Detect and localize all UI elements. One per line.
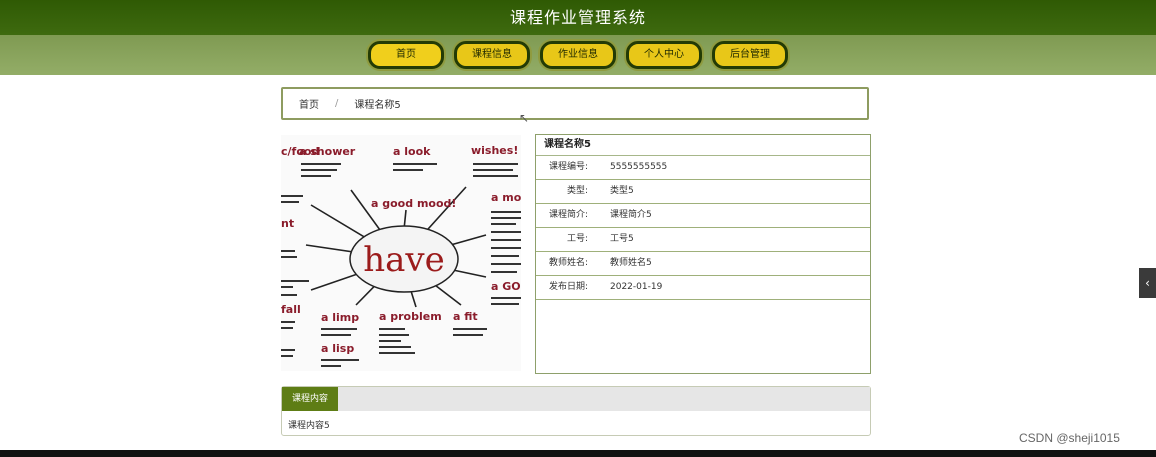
image-center-word: have	[363, 240, 445, 280]
svg-text:a lisp: a lisp	[321, 342, 354, 355]
course-content-tabs: 课程内容 课程内容5	[281, 386, 871, 436]
svg-text:fall: fall	[281, 303, 301, 316]
detail-label: 类型:	[566, 186, 588, 196]
tab-course-content[interactable]: 课程内容	[282, 387, 339, 411]
tab-strip: 课程内容	[282, 387, 870, 411]
main-nav: 首页 课程信息 作业信息 个人中心 后台管理	[0, 35, 1156, 75]
svg-text:a GO!: a GO!	[491, 280, 521, 293]
detail-value: 教师姓名5	[610, 258, 652, 268]
svg-text:a look: a look	[393, 145, 431, 158]
breadcrumb-home-link[interactable]: 首页	[299, 96, 319, 111]
breadcrumb: 首页 / 课程名称5	[281, 87, 869, 120]
app-header: 课程作业管理系统	[0, 0, 1156, 35]
nav-home-button[interactable]: 首页	[368, 41, 444, 69]
detail-row-course-code: 课程编号: 5555555555	[536, 156, 870, 180]
nav-homework-info-button[interactable]: 作业信息	[540, 41, 616, 69]
chevron-left-icon: ‹	[1145, 276, 1150, 290]
app-title: 课程作业管理系统	[509, 8, 646, 27]
breadcrumb-current: 课程名称5	[354, 100, 401, 111]
course-image: have a shower a look wishes! a good mood…	[281, 135, 521, 371]
watermark-text: CSDN @sheji1015	[1019, 431, 1120, 445]
svg-text:wishes!: wishes!	[471, 144, 518, 157]
nav-course-info-button[interactable]: 课程信息	[454, 41, 530, 69]
side-collapse-toggle[interactable]: ‹	[1139, 268, 1156, 298]
svg-text:a good mood!: a good mood!	[371, 197, 456, 210]
svg-text:a mom: a mom	[491, 191, 521, 204]
detail-label: 发布日期:	[548, 282, 588, 292]
course-detail-panel: 课程名称5 课程编号: 5555555555 类型: 类型5 课程简介: 课程简…	[535, 134, 871, 374]
svg-text:nt: nt	[281, 217, 294, 230]
svg-text:a limp: a limp	[321, 311, 359, 324]
mouse-cursor-icon: ↖	[519, 111, 530, 125]
svg-text:c/food: c/food	[281, 145, 319, 158]
detail-row-type: 类型: 类型5	[536, 180, 870, 204]
course-detail-title: 课程名称5	[536, 135, 870, 156]
detail-row-publish-date: 发布日期: 2022-01-19	[536, 276, 870, 300]
detail-value: 5555555555	[610, 162, 668, 172]
breadcrumb-separator: /	[335, 98, 339, 109]
detail-label: 教师姓名:	[548, 258, 588, 268]
tab-content-text: 课程内容5	[288, 421, 330, 431]
detail-label: 课程编号:	[548, 162, 588, 172]
detail-row-intro: 课程简介: 课程简介5	[536, 204, 870, 228]
nav-personal-center-button[interactable]: 个人中心	[626, 41, 702, 69]
detail-value: 课程简介5	[610, 210, 652, 220]
detail-value: 类型5	[610, 186, 634, 196]
detail-row-teacher-name: 教师姓名: 教师姓名5	[536, 252, 870, 276]
svg-text:a fit: a fit	[453, 310, 478, 323]
detail-label: 课程简介:	[548, 210, 588, 220]
detail-value: 2022-01-19	[610, 282, 663, 292]
have-mindmap-illustration: have a shower a look wishes! a good mood…	[281, 135, 521, 371]
bottom-bar	[0, 450, 1156, 457]
nav-admin-button[interactable]: 后台管理	[712, 41, 788, 69]
detail-value: 工号5	[610, 234, 634, 244]
svg-text:a problem: a problem	[379, 310, 442, 323]
detail-label: 工号:	[566, 234, 588, 244]
detail-row-staff-id: 工号: 工号5	[536, 228, 870, 252]
